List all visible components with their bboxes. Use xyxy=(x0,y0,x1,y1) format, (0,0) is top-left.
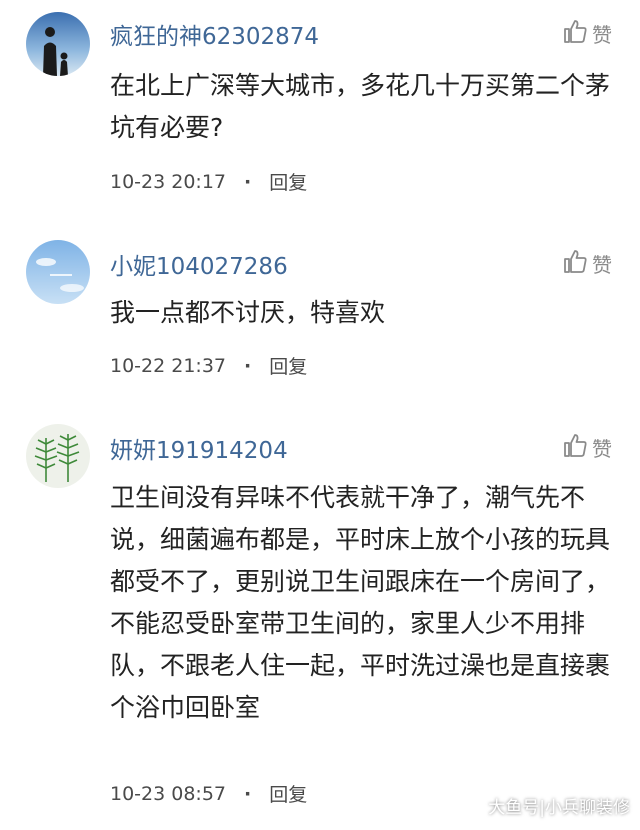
username[interactable]: 妍妍191914204 xyxy=(110,431,288,465)
reply-button[interactable]: 回复 xyxy=(269,780,307,807)
like-button[interactable]: 赞 xyxy=(561,431,612,464)
watermark: 大鱼号|小兵聊装修 xyxy=(488,798,630,818)
thumbs-up-icon xyxy=(561,431,589,464)
comment-text: 卫生间没有异味不代表就干净了，潮气先不说，细菌遍布都是，平时床上放个小孩的玩具都… xyxy=(110,483,611,722)
comment-3: 妍妍191914204 赞 卫生间没有异味不代表就干净了，潮气先不说，细菌遍布都… xyxy=(0,0,640,830)
meta-separator: · xyxy=(244,782,252,805)
comment-meta: 10-23 08:57 · 回复 xyxy=(110,780,307,807)
timestamp: 10-23 08:57 xyxy=(110,782,227,805)
avatar[interactable] xyxy=(26,424,90,488)
like-label: 赞 xyxy=(592,437,612,461)
